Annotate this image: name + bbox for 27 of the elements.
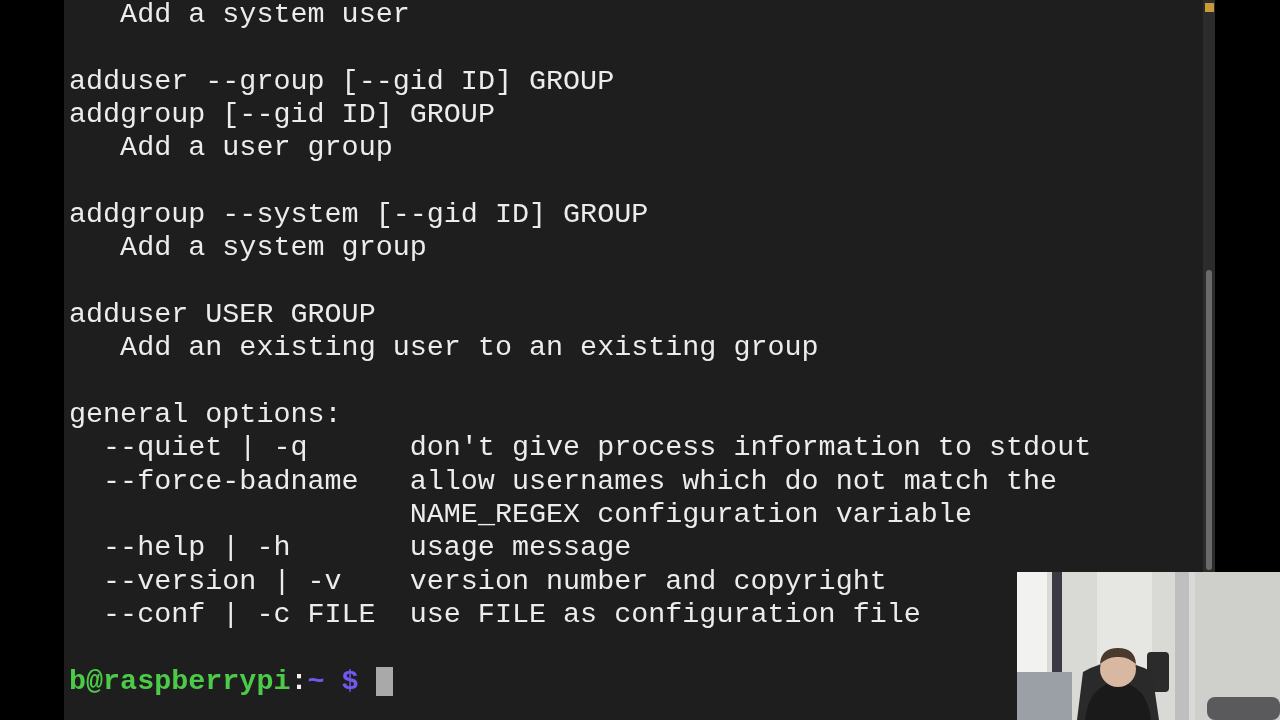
description-text: Add a system user <box>120 0 410 31</box>
option-description: version number and copyright <box>409 564 887 598</box>
option-name: --quiet | -q <box>103 431 308 465</box>
text-cursor <box>375 666 393 696</box>
prompt-symbol: $ <box>341 664 359 698</box>
option-description: allow usernames which do not match the <box>409 464 1058 498</box>
description-text: Add an existing user to an existing group <box>120 331 819 365</box>
prompt-path: ~ <box>307 664 325 698</box>
command-line: adduser --group [--gid ID] GROUP <box>69 64 615 98</box>
option-description: usage message <box>409 531 632 565</box>
option-description: use FILE as configuration file <box>409 597 921 632</box>
option-name: --version | -v <box>103 564 342 598</box>
scrollbar-thumb[interactable] <box>1206 270 1212 570</box>
description-text: Add a user group <box>120 131 393 165</box>
option-description: don't give process information to stdout <box>409 431 1092 465</box>
prompt-user-host: b@raspberrypi <box>69 664 291 698</box>
command-line: general options: <box>69 397 342 432</box>
option-description: NAME_REGEX configuration variable <box>409 497 972 531</box>
option-name: --conf | -c FILE <box>103 597 376 631</box>
description-text: Add a system group <box>120 231 427 265</box>
command-line: addgroup --system [--gid ID] GROUP <box>69 197 649 232</box>
command-line: adduser USER GROUP <box>69 297 376 332</box>
prompt-separator: : <box>290 664 308 698</box>
marker-icon <box>1205 3 1214 12</box>
option-name: --force-badname <box>103 464 359 498</box>
command-line: addgroup [--gid ID] GROUP <box>69 98 495 132</box>
option-name: --help | -h <box>103 531 291 565</box>
